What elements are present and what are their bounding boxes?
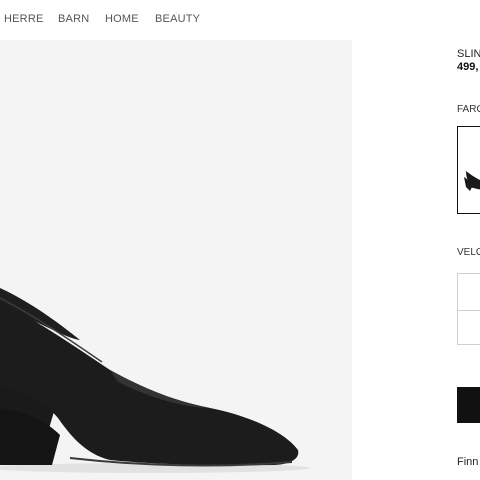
product-price: 499,	[457, 61, 479, 73]
product-image[interactable]	[0, 40, 352, 480]
shoe-image	[0, 288, 310, 473]
product-name: SLIN	[457, 48, 480, 60]
size-label: VELG	[457, 247, 480, 258]
shoe-thumbnail-icon	[464, 171, 480, 191]
nav-item-beauty[interactable]: BEAUTY	[155, 13, 200, 25]
product-info-panel: SLIN 499, FARG VELG Finn	[457, 0, 480, 480]
nav-item-home[interactable]: HOME	[105, 13, 139, 25]
color-swatch[interactable]	[457, 126, 480, 214]
size-divider	[458, 310, 480, 311]
nav-item-herre[interactable]: HERRE	[4, 13, 44, 25]
find-in-store-link[interactable]: Finn	[457, 456, 478, 468]
add-to-cart-button[interactable]	[457, 387, 480, 423]
size-selector[interactable]	[457, 273, 480, 345]
nav-item-barn[interactable]: BARN	[58, 13, 89, 25]
color-label: FARG	[457, 104, 480, 115]
top-navigation: HERRE BARN HOME BEAUTY	[0, 0, 480, 40]
